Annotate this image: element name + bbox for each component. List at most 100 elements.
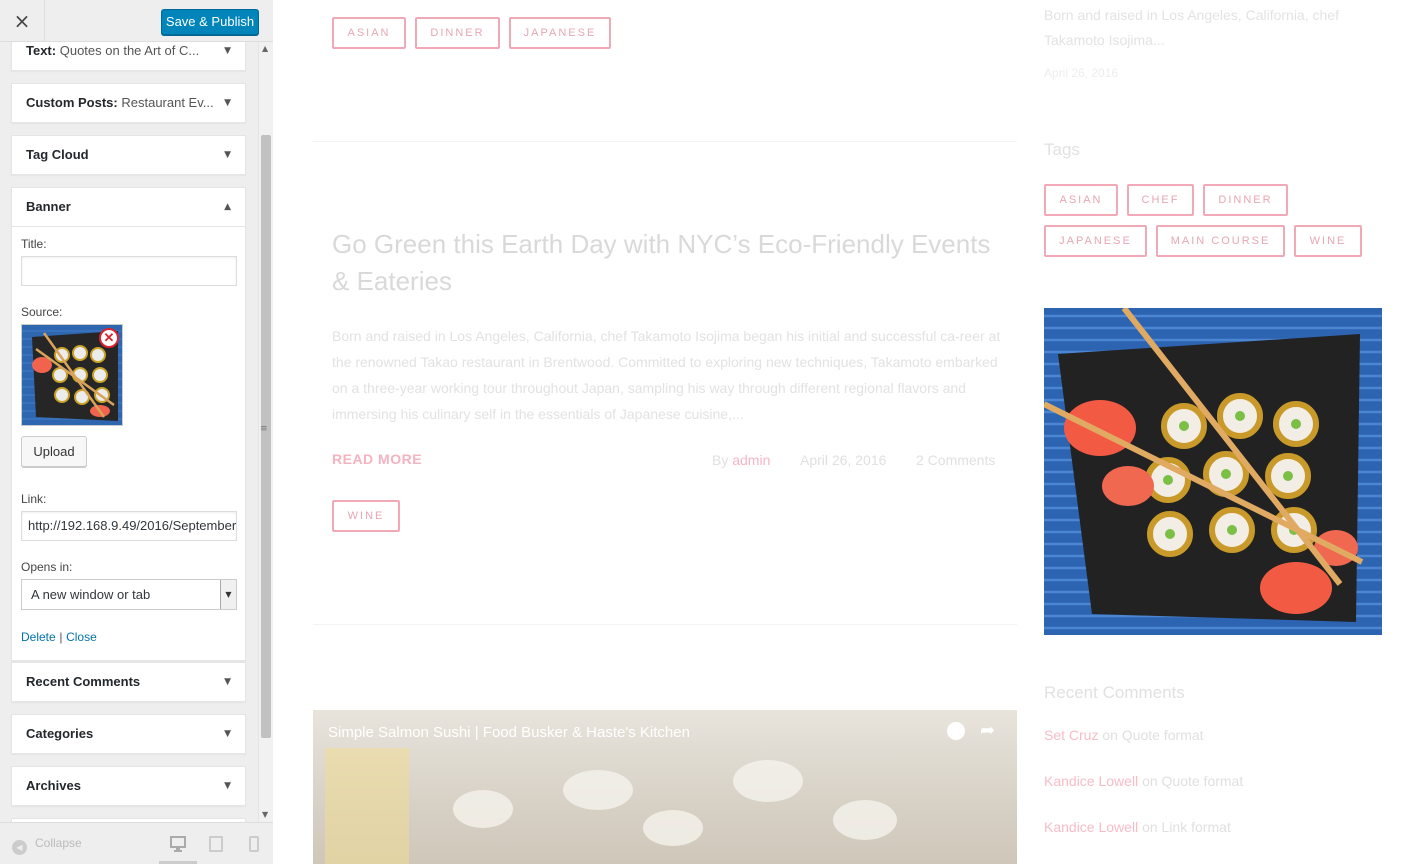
recent-comments-title: Recent Comments [1044, 683, 1185, 702]
post-tag[interactable]: DINNER [415, 17, 500, 49]
widget-type: Categories [26, 726, 94, 741]
by-label: By [712, 452, 729, 468]
close-link[interactable]: Close [66, 630, 97, 644]
recent-comment-item: Kandice Lowell on Link format [1044, 819, 1231, 835]
post-tag[interactable]: ASIAN [332, 17, 406, 49]
source-label: Source: [21, 305, 63, 319]
upload-button[interactable]: Upload [21, 436, 87, 467]
comments-link[interactable]: 2 Comments [916, 452, 995, 468]
share-icon[interactable]: ➦ [980, 720, 995, 741]
opens-in-select[interactable]: A new window or tab ▼ [21, 579, 237, 610]
recent-comment-item: Set Cruz on Quote format [1044, 727, 1204, 743]
widget-list: Text: Quotes on the Art of C... ▼ Custom… [0, 42, 258, 822]
tag-cloud-item[interactable]: CHEF [1127, 184, 1194, 216]
expand-arrow-icon[interactable]: ▼ [224, 136, 231, 174]
comment-post-link[interactable]: Link format [1162, 819, 1231, 835]
remove-image-icon[interactable]: ✕ [99, 328, 119, 348]
tag-cloud-item[interactable]: WINE [1294, 225, 1362, 257]
widget-type: Custom Posts: [26, 95, 118, 110]
opens-in-label: Opens in: [21, 560, 73, 574]
tag-cloud-item[interactable]: ASIAN [1044, 184, 1118, 216]
video-frame-shape [733, 760, 803, 802]
tag-cloud-item[interactable]: JAPANESE [1044, 225, 1147, 257]
comment-author-link[interactable]: Set Cruz [1044, 727, 1098, 743]
video-title[interactable]: Simple Salmon Sushi | Food Busker & Hast… [328, 724, 690, 741]
widget-text[interactable]: Text: Quotes on the Art of C... ▼ [11, 42, 246, 71]
post-title[interactable]: Go Green this Earth Day with NYC’s Eco-F… [332, 226, 1002, 300]
expand-arrow-icon[interactable]: ▼ [224, 715, 231, 753]
widget-title: Restaurant Ev... [121, 95, 214, 110]
widget-custom-posts[interactable]: Custom Posts: Restaurant Ev... ▼ [11, 83, 246, 123]
expand-arrow-icon[interactable]: ▼ [224, 42, 231, 70]
widget-header[interactable]: Archives ▼ [12, 767, 245, 805]
tag-cloud-item[interactable]: DINNER [1203, 184, 1288, 216]
video-frame-shape [563, 770, 633, 810]
widget-title: Quotes on the Art of C... [59, 43, 200, 58]
widget-archives[interactable]: Archives ▼ [11, 766, 246, 806]
expand-arrow-icon[interactable]: ▼ [224, 84, 231, 122]
comment-on-text: on [1142, 773, 1158, 789]
comment-on-text: on [1102, 727, 1118, 743]
widget-type: Tag Cloud [26, 147, 89, 162]
watch-later-icon[interactable] [947, 722, 965, 740]
widget-tag-cloud[interactable]: Tag Cloud ▼ [11, 135, 246, 175]
video-logo [325, 748, 409, 864]
widget-header[interactable]: Custom Posts: Restaurant Ev... ▼ [12, 84, 245, 122]
link-input[interactable]: http://192.168.9.49/2016/September [21, 511, 237, 541]
collapse-label: Collapse [35, 836, 82, 850]
comment-post-link[interactable]: Quote format [1162, 773, 1244, 789]
scroll-down-icon[interactable]: ▼ [262, 810, 268, 819]
widget-header[interactable]: Recent Comments ▼ [12, 663, 245, 701]
action-separator: | [59, 630, 63, 644]
post-tag[interactable]: WINE [332, 500, 400, 532]
widget-header[interactable]: Categories ▼ [12, 715, 245, 753]
tablet-preview-icon[interactable] [208, 835, 224, 853]
post-divider [313, 141, 1017, 142]
save-publish-button[interactable]: Save & Publish [161, 9, 259, 35]
widget-categories[interactable]: Categories ▼ [11, 714, 246, 754]
banner-thumbnail: ✕ [21, 324, 123, 426]
banner-image[interactable] [1044, 308, 1382, 635]
video-frame-shape [453, 790, 513, 828]
opens-in-value: A new window or tab [31, 587, 151, 602]
link-label: Link: [21, 492, 47, 506]
customizer-header: × Save & Publish [0, 0, 273, 42]
author-link[interactable]: admin [732, 452, 770, 468]
sidebar-scrollbar[interactable]: ▲ ≡ ▼ [258, 42, 273, 822]
widget-header[interactable]: Banner ▲ [12, 188, 245, 226]
tags-widget-title: Tags [1044, 140, 1080, 159]
widget-header[interactable]: Text: Quotes on the Art of C... ▼ [12, 42, 245, 70]
post-excerpt: Born and raised in Los Angeles, Californ… [332, 328, 1001, 422]
collapse-icon: ◀ [12, 840, 27, 855]
scroll-grip-icon: ≡ [260, 424, 268, 434]
delete-link[interactable]: Delete [21, 630, 56, 644]
close-icon[interactable]: × [0, 0, 45, 42]
video-embed[interactable]: Simple Salmon Sushi | Food Busker & Hast… [313, 710, 1017, 864]
scroll-up-icon[interactable]: ▲ [262, 44, 268, 53]
tag-cloud-item[interactable]: MAIN COURSE [1156, 225, 1285, 257]
banner-form: Title: Source: ✕ Upload Link: http://192… [12, 226, 245, 660]
scroll-thumb[interactable] [261, 135, 271, 738]
post-tag[interactable]: JAPANESE [509, 17, 611, 49]
widget-recent-comments[interactable]: Recent Comments ▼ [11, 662, 246, 702]
title-input[interactable] [21, 256, 237, 286]
recent-post-date: April 26, 2016 [1044, 66, 1119, 80]
comment-post-link[interactable]: Quote format [1122, 727, 1204, 743]
widget-banner[interactable]: Banner ▲ Title: Source: ✕ Upload Link: h… [11, 187, 246, 661]
video-frame-shape [833, 800, 897, 840]
dropdown-arrow-icon[interactable]: ▼ [220, 580, 236, 609]
widget-type: Archives [26, 778, 81, 793]
collapse-button[interactable]: ◀ Collapse [12, 836, 82, 855]
mobile-preview-icon[interactable] [246, 835, 262, 853]
widget-header[interactable]: Tag Cloud ▼ [12, 136, 245, 174]
site-preview: ASIAN DINNER JAPANESE Go Green this Eart… [274, 0, 1419, 864]
expand-arrow-icon[interactable]: ▼ [224, 663, 231, 701]
widget-type: Text: [26, 43, 57, 58]
comment-author-link[interactable]: Kandice Lowell [1044, 773, 1138, 789]
collapse-arrow-icon[interactable]: ▲ [224, 188, 231, 226]
comment-author-link[interactable]: Kandice Lowell [1044, 819, 1138, 835]
widget-type: Recent Comments [26, 674, 141, 689]
expand-arrow-icon[interactable]: ▼ [224, 767, 231, 805]
read-more-link[interactable]: READ MORE [332, 451, 422, 467]
desktop-preview-icon[interactable] [170, 835, 186, 853]
